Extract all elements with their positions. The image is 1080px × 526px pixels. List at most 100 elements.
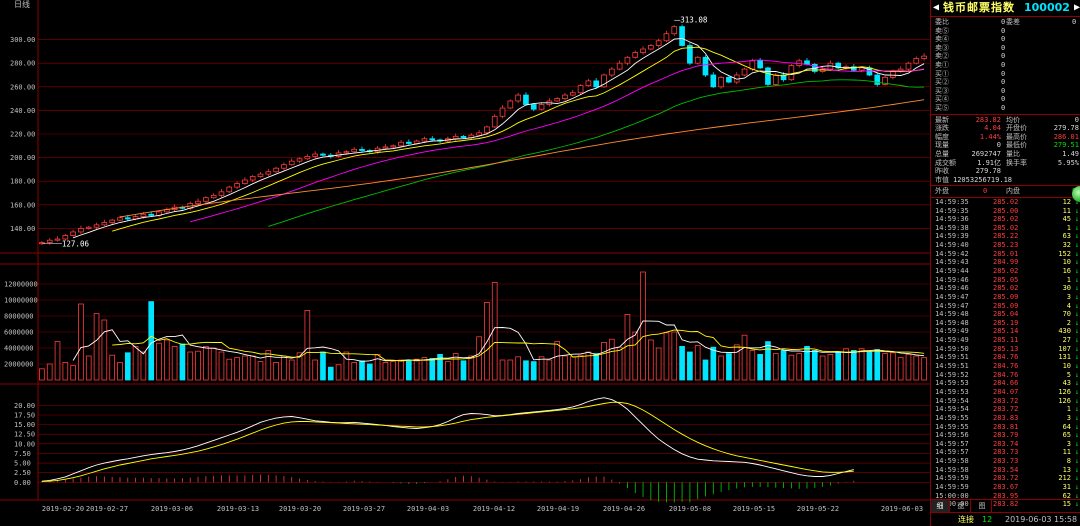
connection-count: 12	[982, 515, 993, 524]
tick-trades-list[interactable]: 14:59:35 285.02 12 ↓ 14:59:35 285.00 11 ↓ 14:59:…	[931, 198, 1080, 509]
volume-bar	[772, 353, 779, 381]
date-tick-label: 2019-06-03	[881, 505, 923, 513]
candle-body	[195, 200, 201, 205]
quote-value-2: 1.49	[1062, 149, 1079, 158]
trade-row: 14:59:57 283.74 3 ↓	[931, 440, 1080, 449]
volume-bar	[530, 361, 537, 381]
volume-bar	[359, 360, 365, 381]
candle-body	[608, 68, 615, 76]
trade-volume: 126	[1058, 396, 1071, 405]
trade-volume: 5	[1066, 370, 1071, 379]
trade-row: 14:59:46 285.02 30 ↓	[931, 284, 1080, 293]
trade-volume: 65	[1062, 431, 1071, 440]
price-tick-label: 160.00	[10, 201, 35, 209]
trade-time: 14:59:57	[935, 439, 969, 448]
date-tick-label: 2019-05-15	[733, 505, 775, 513]
indicator-tick-label: 20.00	[14, 402, 35, 410]
prev-symbol-icon[interactable]: ◀	[933, 0, 939, 16]
volume-bar	[640, 271, 646, 381]
trade-price: 283.67	[993, 483, 1019, 492]
kline-chart-area[interactable]: 140.00 160.00 180.00 200.00 220.00 240.00 260.…	[0, 0, 930, 526]
volume-tick-label: 8000000	[4, 313, 34, 321]
volume-bar	[46, 363, 53, 381]
volume-bar	[413, 358, 420, 381]
trade-row: 14:59:55 283.83 3 ↓	[931, 414, 1080, 423]
candle-body	[515, 94, 521, 102]
trade-row: 14:59:55 283.81 64 ↓	[931, 423, 1080, 432]
panel-tab-1[interactable]: 盘	[952, 500, 971, 512]
trade-time: 14:59:38	[935, 223, 969, 232]
candle-body	[491, 115, 498, 128]
volume-bar	[874, 349, 881, 381]
trade-direction-icon: ↓	[1074, 232, 1079, 241]
trade-volume: 4	[1066, 301, 1071, 310]
trade-price: 283.81	[993, 422, 1019, 431]
period-label[interactable]: 日线	[14, 0, 30, 9]
panel-tab-0[interactable]: 细	[931, 500, 950, 512]
candle-body	[101, 222, 108, 226]
panel-tab-2[interactable]: 图	[973, 500, 992, 512]
volume-bar	[811, 349, 818, 381]
quote-label: 总量	[935, 149, 949, 158]
candle-body	[710, 74, 717, 88]
trade-time: 14:59:35	[935, 206, 969, 215]
date-tick-label: 2019-03-13	[217, 505, 259, 513]
order-label: 买⑤	[935, 103, 949, 112]
candle-body	[257, 173, 264, 177]
candle-body	[616, 62, 623, 70]
trade-volume: 1	[1066, 275, 1071, 284]
trade-direction-icon: ↓	[1074, 431, 1079, 440]
trade-time: 14:59:55	[935, 422, 969, 431]
trade-row: 14:59:49 285.11 27 ↓	[931, 336, 1080, 345]
order-label: 委比	[935, 18, 949, 26]
quote-label-2: 均价	[1006, 115, 1020, 124]
candle-body	[772, 74, 779, 85]
quote-value-2: 0	[1074, 115, 1079, 124]
volume-bar	[538, 356, 545, 381]
trade-direction-icon: ↓	[1074, 267, 1079, 275]
trade-row: 14:59:56 283.79 65 ↓	[931, 431, 1080, 440]
trade-row: 14:59:59 283.67 31 ↓	[931, 483, 1080, 492]
volume-bar	[62, 361, 69, 381]
quote-row: 涨跌 4.04 开盘价 279.78	[931, 124, 1080, 133]
candle-body	[210, 194, 217, 199]
trade-price: 284.76	[993, 362, 1019, 371]
volume-bar	[710, 346, 717, 381]
quote-label: 市值	[935, 175, 949, 184]
volume-bar	[78, 303, 84, 381]
trade-time: 14:59:53	[935, 387, 969, 396]
trade-price: 283.72	[993, 396, 1019, 405]
trade-row: 14:59:36 285.02 45 ↓	[931, 215, 1080, 224]
order-value-2: 0	[1001, 26, 1006, 35]
candle-body	[140, 213, 147, 218]
candle-body	[577, 85, 584, 94]
candle-body	[624, 56, 631, 64]
volume-bar	[273, 361, 279, 381]
volume-bar	[858, 348, 865, 381]
trade-direction-icon: ↓	[1074, 223, 1079, 232]
next-symbol-icon[interactable]: ▶	[1074, 0, 1080, 16]
trade-time: 14:59:48	[935, 318, 969, 327]
trade-price: 285.02	[993, 197, 1019, 206]
indicator-tick-label: 7.50	[14, 450, 31, 458]
volume-bar	[93, 313, 100, 381]
panel-tabs: 细盘图	[931, 499, 1080, 512]
trade-price: 284.76	[993, 370, 1019, 379]
trade-time: 14:59:49	[935, 327, 969, 336]
trade-price: 283.79	[993, 431, 1019, 440]
order-value-1: 0	[1001, 18, 1006, 26]
price-tick-label: 300.00	[10, 36, 35, 44]
trade-row: 14:59:35 285.00 11 ↓	[931, 207, 1080, 216]
candle-body	[569, 92, 576, 96]
trade-price: 285.01	[993, 249, 1019, 258]
order-book-row: 委比 0 委差 0	[931, 18, 1080, 27]
trade-row: 14:59:40 285.23 32 ↓	[931, 241, 1080, 250]
volume-bar	[741, 334, 748, 381]
candle-body	[242, 179, 248, 184]
quote-value-2: 5.95%	[1057, 158, 1079, 167]
volume-bar	[827, 353, 834, 381]
low-price-label: 127.06	[62, 240, 90, 249]
trade-time: 14:59:54	[935, 396, 969, 405]
candle-body	[593, 80, 600, 88]
trade-direction-icon: ↓	[1074, 422, 1079, 431]
